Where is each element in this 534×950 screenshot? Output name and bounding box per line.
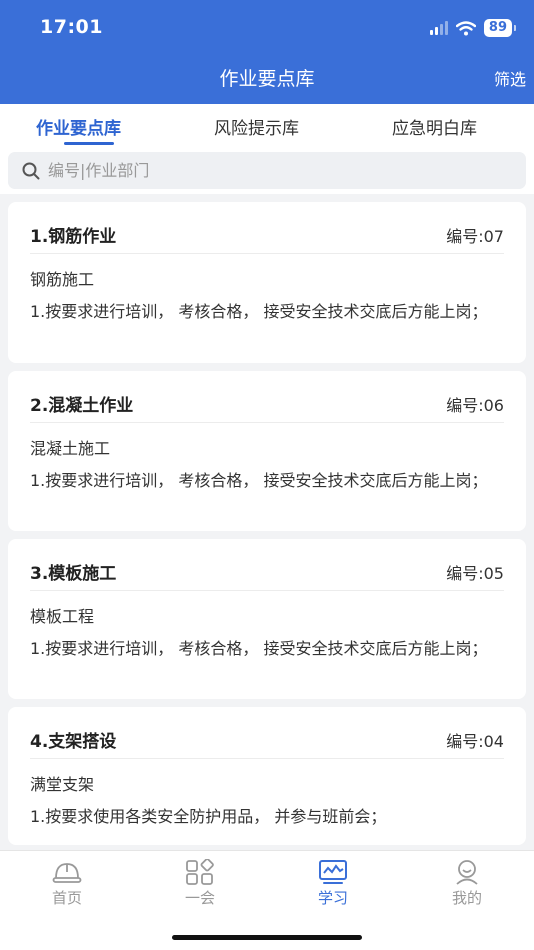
card-code: 编号:06 [446, 396, 504, 415]
search-section [0, 148, 534, 194]
card-title: 1.钢筋作业 [30, 227, 117, 247]
home-indicator [172, 935, 362, 940]
card-description: 1.按要求使用各类安全防护用品， 并参与班前会； [30, 807, 387, 826]
list-item[interactable]: 1.钢筋作业 编号:07 钢筋施工 1.按要求进行培训， 考核合格， 接受安全技… [8, 202, 526, 363]
bottom-tab-meeting[interactable]: 一会 [160, 859, 240, 908]
bottom-tab-study[interactable]: 学习 [293, 859, 373, 908]
bottom-tab-label: 我的 [451, 889, 482, 907]
card-code: 编号:05 [446, 564, 504, 583]
status-time: 17:01 [40, 16, 103, 38]
card-subtitle: 混凝土施工 [30, 439, 111, 458]
wifi-icon [455, 20, 476, 35]
card-subtitle: 钢筋施工 [30, 270, 95, 289]
tab-key-points[interactable]: 作业要点库 [36, 114, 121, 139]
card-subtitle: 满堂支架 [30, 775, 95, 794]
chart-monitor-icon [319, 860, 347, 884]
filter-button[interactable]: 筛选 [494, 66, 526, 90]
tab-active-indicator [64, 142, 114, 145]
grid-icon [186, 859, 214, 885]
bottom-tab-mine[interactable]: 我的 [427, 859, 507, 908]
card-code: 编号:04 [446, 732, 504, 751]
bottom-tab-bar: 首页 一会 学习 我的 [0, 850, 534, 950]
user-icon [456, 860, 478, 885]
search-icon [22, 162, 40, 179]
card-description: 1.按要求进行培训， 考核合格， 接受安全技术交底后方能上岗； [30, 302, 488, 321]
card-title: 2.混凝土作业 [30, 396, 134, 416]
card-code: 编号:07 [446, 227, 504, 246]
signal-icon [429, 21, 448, 35]
status-icons: 89 [429, 18, 517, 38]
list-item[interactable]: 2.混凝土作业 编号:06 混凝土施工 1.按要求进行培训， 考核合格， 接受安… [8, 371, 526, 531]
battery-indicator: 89 [483, 19, 517, 37]
card-description: 1.按要求进行培训， 考核合格， 接受安全技术交底后方能上岗； [30, 639, 488, 658]
bottom-tab-label: 学习 [317, 889, 348, 907]
status-bar: 17:01 89 [0, 0, 534, 56]
bottom-tab-home[interactable]: 首页 [27, 859, 107, 908]
card-header: 2.混凝土作业 编号:06 [30, 371, 504, 423]
page-title: 作业要点库 [219, 68, 315, 90]
tab-emergency[interactable]: 应急明白库 [392, 114, 477, 139]
app-header: 17:01 89 作业要点库 筛选 [0, 0, 534, 104]
search-box[interactable] [8, 152, 526, 189]
list-item[interactable]: 3.模板施工 编号:05 模板工程 1.按要求进行培训， 考核合格， 接受安全技… [8, 539, 526, 699]
card-description: 1.按要求进行培训， 考核合格， 接受安全技术交底后方能上岗； [30, 471, 488, 490]
card-header: 1.钢筋作业 编号:07 [30, 202, 504, 254]
tab-risk-tips[interactable]: 风险提示库 [214, 114, 299, 139]
helmet-icon [52, 863, 82, 883]
card-title: 3.模板施工 [30, 564, 117, 584]
tab-bar: 作业要点库 风险提示库 应急明白库 [0, 104, 534, 148]
search-input[interactable] [48, 161, 488, 180]
list-item[interactable]: 4.支架搭设 编号:04 满堂支架 1.按要求使用各类安全防护用品， 并参与班前… [8, 707, 526, 845]
bottom-tab-label: 首页 [51, 889, 82, 907]
card-header: 3.模板施工 编号:05 [30, 539, 504, 591]
card-title: 4.支架搭设 [30, 732, 117, 752]
card-subtitle: 模板工程 [30, 607, 95, 626]
bottom-tab-label: 一会 [184, 889, 215, 907]
card-header: 4.支架搭设 编号:04 [30, 707, 504, 759]
